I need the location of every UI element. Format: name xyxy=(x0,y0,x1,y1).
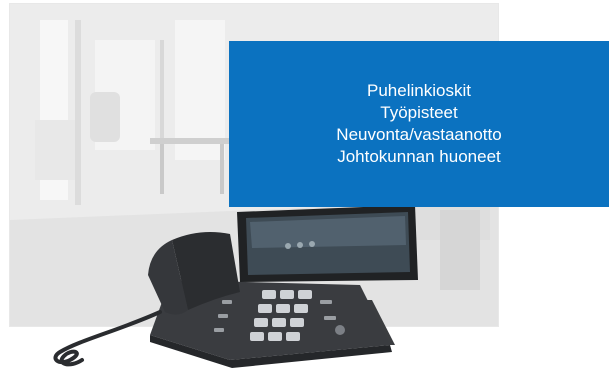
panel-line-workstations: Työpisteet xyxy=(380,103,458,122)
panel-line-boardrooms: Johtokunnan huoneet xyxy=(337,147,501,166)
info-panel: Puhelinkioskit Työpisteet Neuvonta/vasta… xyxy=(229,41,609,207)
panel-line-reception: Neuvonta/vastaanotto xyxy=(336,125,502,144)
panel-line-phone-kiosks: Puhelinkioskit xyxy=(367,81,471,100)
